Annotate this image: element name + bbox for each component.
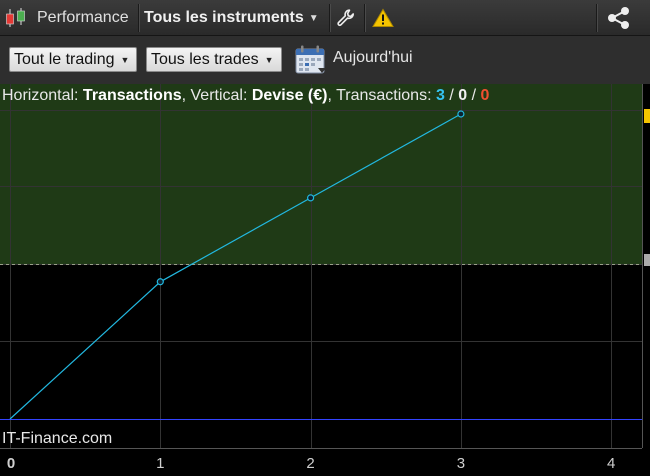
instruments-dropdown[interactable]: Tous les instruments ▼ [144,0,319,36]
chevron-down-icon: ▼ [264,54,274,65]
watermark: IT-Finance.com [2,430,113,447]
chart-info-line: Horizontal: Transactions, Vertical: Devi… [2,87,489,105]
horizontal-value: Transactions [82,87,182,104]
x-tick-label: 0 [7,455,15,472]
chevron-down-icon: ▼ [308,12,319,24]
winning-count: 3 [435,87,445,104]
vertical-value: Devise (€) [251,87,328,104]
horizontal-prefix: Horizontal: [2,87,83,104]
vertical-prefix: , Vertical: [181,87,252,104]
data-point [156,278,164,286]
equity-chart: 0 1 2 3 4 Horizontal: Transactions, Vertical… [0,84,650,476]
neutral-count: 0 [458,87,468,104]
share-icon[interactable] [604,0,638,36]
toolbar-divider [329,4,330,32]
toolbar-divider [364,4,365,32]
candlestick-icon [4,0,30,36]
calendar-icon[interactable] [294,44,328,76]
x-tick-label: 4 [607,455,615,472]
data-point [457,110,465,118]
x-tick-label: 2 [306,455,314,472]
data-point [307,194,315,202]
count-separator: / [467,87,481,104]
count-separator: / [444,87,459,104]
performance-label[interactable]: Performance [37,0,129,36]
top-toolbar: Performance Tous les instruments ▼ [0,0,650,36]
chart-canvas: 0 1 2 3 4 [0,84,650,476]
toolbar-divider [596,4,597,32]
wrench-icon[interactable] [336,0,356,36]
toolbar-divider [138,4,139,32]
warning-icon[interactable] [372,0,394,36]
filter-toolbar: Tout le trading ▼ Tous les trades ▼ Aujo… [0,36,650,84]
trading-filter-label: Tout le trading [14,50,115,68]
right-edge-marker [644,254,650,266]
x-tick-label: 3 [457,455,465,472]
chevron-down-icon: ▼ [120,54,130,65]
instruments-dropdown-label: Tous les instruments [144,9,304,26]
trades-filter-dropdown[interactable]: Tous les trades ▼ [146,47,282,72]
losing-count: 0 [480,87,490,104]
date-range-label[interactable]: Aujourd'hui [333,49,413,67]
transactions-prefix: , Transactions: [327,87,436,104]
trades-filter-label: Tous les trades [151,50,259,68]
right-edge-marker [644,109,650,123]
trading-filter-dropdown[interactable]: Tout le trading ▼ [9,47,137,72]
x-tick-label: 1 [156,455,164,472]
